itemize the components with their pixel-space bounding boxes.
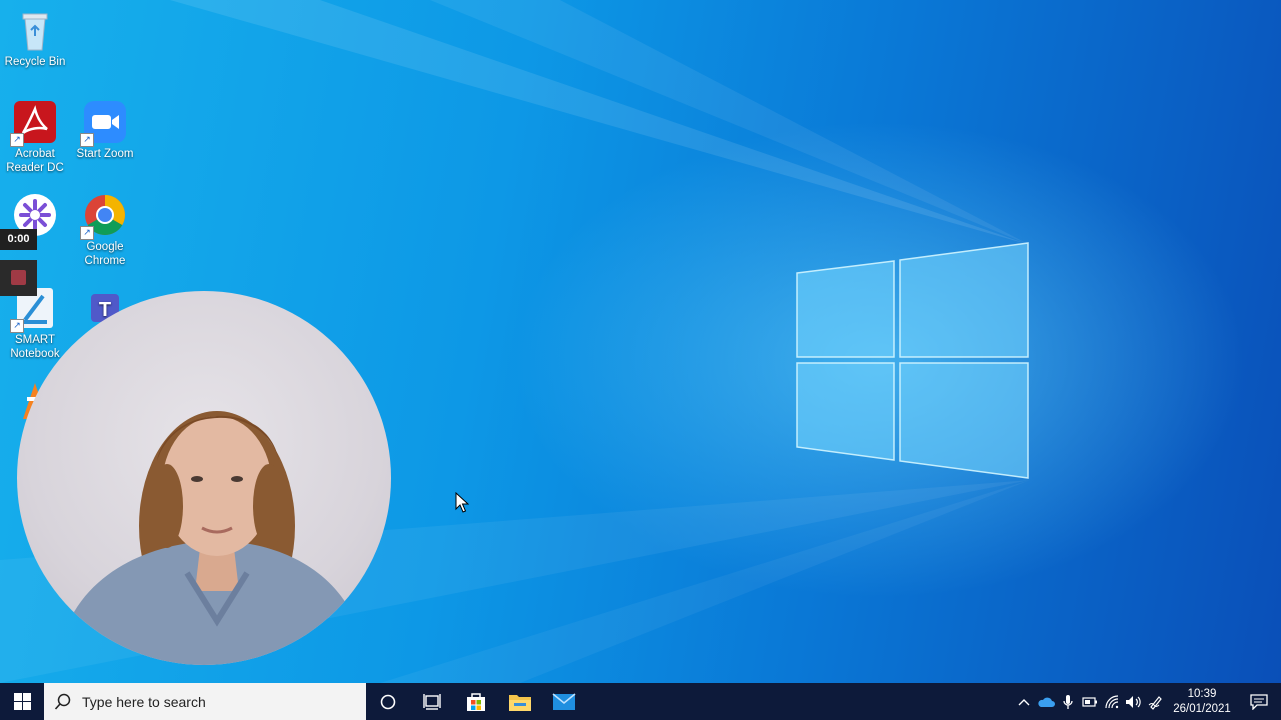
pen-tray-button[interactable] xyxy=(1145,683,1167,720)
search-icon xyxy=(54,693,71,710)
webcam-overlay[interactable] xyxy=(17,291,391,665)
onedrive-tray-button[interactable] xyxy=(1035,683,1057,720)
taskbar: Type here to search 10:39 26/01/2021 xyxy=(0,683,1281,720)
battery-icon xyxy=(1082,696,1097,707)
clock-date: 26/01/2021 xyxy=(1173,702,1231,715)
zoom-icon: ↗ xyxy=(80,100,127,147)
task-view-icon xyxy=(423,693,441,710)
system-tray: 10:39 26/01/2021 xyxy=(1013,683,1281,720)
taskbar-search-box[interactable]: Type here to search xyxy=(44,683,366,720)
desktop-icon-recycle-bin[interactable]: Recycle Bin xyxy=(0,8,70,69)
microphone-icon xyxy=(1063,694,1073,709)
webcam-person-image xyxy=(57,411,367,665)
desktop-icon-acrobat[interactable]: ↗ Acrobat Reader DC xyxy=(0,100,70,175)
desktop-icon-chrome[interactable]: ↗ Google Chrome xyxy=(70,193,140,268)
mouse-cursor-icon xyxy=(455,492,469,513)
clock-time: 10:39 xyxy=(1187,687,1217,700)
desktop-icon-label: Google Chrome xyxy=(84,241,126,267)
desktop: Recycle Bin ↗ Acrobat Reader DC ↗ Start … xyxy=(0,0,1281,683)
mail-icon xyxy=(552,692,576,710)
wifi-icon xyxy=(1105,694,1119,708)
cortana-icon xyxy=(380,694,396,709)
start-button[interactable] xyxy=(0,683,44,720)
desktop-icon-label: SMART Notebook xyxy=(10,334,60,360)
windows-start-icon xyxy=(13,693,31,710)
recycle-bin-icon xyxy=(13,8,57,52)
store-icon xyxy=(467,692,485,711)
search-placeholder: Type here to search xyxy=(82,693,206,710)
microphone-tray-button[interactable] xyxy=(1057,683,1079,720)
microsoft-store-button[interactable] xyxy=(454,683,498,720)
stop-icon xyxy=(11,270,26,285)
battery-tray-button[interactable] xyxy=(1079,683,1101,720)
folder-icon xyxy=(509,694,531,711)
notification-icon xyxy=(1250,693,1268,710)
volume-tray-button[interactable] xyxy=(1123,683,1145,720)
action-center-button[interactable] xyxy=(1237,683,1281,720)
desktop-icon-label: Recycle Bin xyxy=(4,56,66,68)
task-view-button[interactable] xyxy=(410,683,454,720)
speaker-icon xyxy=(1126,695,1141,708)
cortana-button[interactable] xyxy=(366,683,410,720)
recording-timer: 0:00 xyxy=(0,229,37,250)
mail-button[interactable] xyxy=(542,683,586,720)
network-tray-button[interactable] xyxy=(1101,683,1123,720)
desktop-icon-label: Start Zoom xyxy=(76,148,134,160)
chrome-icon: ↗ xyxy=(80,193,127,240)
acrobat-icon: ↗ xyxy=(10,100,57,147)
stop-recording-button[interactable] xyxy=(0,260,37,296)
file-explorer-button[interactable] xyxy=(498,683,542,720)
pen-ink-icon xyxy=(1148,695,1162,710)
desktop-icon-start-zoom[interactable]: ↗ Start Zoom xyxy=(70,100,140,161)
desktop-icon-smart-notebook[interactable]: ↗ SMART Notebook xyxy=(0,286,70,361)
windows-logo-wallpaper xyxy=(796,242,1029,479)
cloud-icon xyxy=(1038,697,1055,707)
taskbar-clock[interactable]: 10:39 26/01/2021 xyxy=(1167,687,1237,717)
desktop-icon-label: Acrobat Reader DC xyxy=(6,148,64,174)
show-hidden-icons-button[interactable] xyxy=(1013,683,1035,720)
chevron-up-icon xyxy=(1018,698,1030,705)
